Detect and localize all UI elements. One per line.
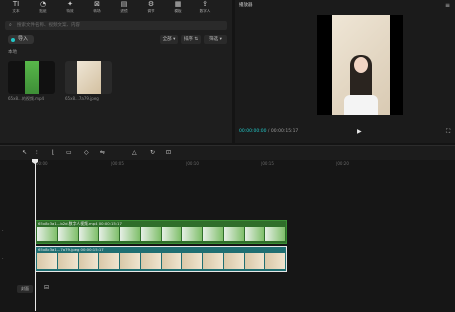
playhead[interactable] bbox=[35, 160, 36, 311]
clip-frame bbox=[244, 227, 265, 241]
toolbar-item[interactable]: ✦ 特效 bbox=[59, 0, 81, 16]
track-settings-icon-2[interactable]: · bbox=[2, 256, 4, 262]
toolbar-label: 滤镜 bbox=[120, 8, 128, 13]
toolbar-item[interactable]: ⚙ 调节 bbox=[140, 0, 162, 16]
import-icon bbox=[11, 37, 15, 42]
media-name-image: 65x8...7a79.jpeg bbox=[65, 96, 99, 101]
clip-frame bbox=[203, 253, 223, 269]
toolbar-item[interactable]: ⊠ 转场 bbox=[86, 0, 108, 16]
toolbar-label: 贴纸 bbox=[39, 8, 47, 13]
search-icon: ⌕ bbox=[9, 22, 12, 28]
search-input[interactable]: ⌕ 搜索文件名称、视频文案、内容 bbox=[5, 21, 227, 30]
clip-frame bbox=[99, 227, 119, 241]
clip-frame bbox=[57, 227, 78, 241]
clip-frame bbox=[161, 253, 182, 269]
ruler-label: |00:05 bbox=[111, 161, 124, 166]
clip-frame bbox=[37, 253, 57, 269]
clip-frame bbox=[182, 227, 202, 241]
ruler-label: |00:15 bbox=[261, 161, 274, 166]
toolbar-icon: ✦ bbox=[67, 0, 73, 8]
menu-icon[interactable]: ≡ bbox=[445, 2, 450, 9]
clip-frame bbox=[203, 227, 223, 241]
clip-frame bbox=[78, 227, 99, 241]
ruler-label: |00:20 bbox=[336, 161, 349, 166]
rotate-icon[interactable]: ↻ bbox=[150, 149, 155, 156]
clip-frame bbox=[57, 253, 78, 269]
clip-frame bbox=[78, 253, 99, 269]
triangle-icon[interactable]: △ bbox=[132, 149, 137, 156]
ruler-label: |00:10 bbox=[186, 161, 199, 166]
clip-frame bbox=[99, 253, 119, 269]
toolbar-item[interactable]: ◔ 贴纸 bbox=[32, 0, 54, 16]
toolbar-item[interactable]: ▤ 滤镜 bbox=[113, 0, 135, 16]
media-thumbnail-image[interactable] bbox=[65, 61, 112, 94]
section-label: 本地 bbox=[8, 50, 17, 55]
filter-all-button[interactable]: 全部 ▾ bbox=[160, 35, 178, 44]
clip-frame bbox=[244, 253, 265, 269]
toolbar-icon: ▦ bbox=[174, 0, 182, 8]
crop-icon[interactable]: ⊡ bbox=[166, 149, 171, 156]
shield-icon[interactable]: ◇ bbox=[84, 149, 89, 156]
player-title: 播放器 bbox=[239, 3, 253, 8]
split-icon[interactable]: ⫶ bbox=[36, 149, 38, 157]
clip-frame bbox=[120, 253, 140, 269]
video-frame-image bbox=[332, 15, 390, 115]
clip-frame bbox=[182, 253, 202, 269]
timeline-clip-image[interactable]: 65x8c3a1...7a79.jpeg 00:00:15:17 bbox=[35, 246, 287, 272]
import-label: 导入 bbox=[18, 36, 29, 42]
mirror-icon[interactable]: ⇋ bbox=[100, 149, 105, 156]
search-placeholder: 搜索文件名称、视频文案、内容 bbox=[17, 23, 80, 28]
time-readout: 00:00:00:00 / 00:00:15:17 bbox=[239, 129, 299, 134]
clip-frame bbox=[140, 227, 161, 241]
clip-frame bbox=[265, 227, 285, 241]
import-button[interactable]: 导入 bbox=[8, 35, 34, 44]
clip-frame bbox=[223, 227, 244, 241]
clip-frame bbox=[265, 253, 285, 269]
toolbar-item[interactable]: ▦ 模板 bbox=[167, 0, 189, 16]
cover-button[interactable]: 封面 bbox=[17, 285, 33, 293]
toolbar-icon: TI bbox=[12, 0, 20, 8]
clip-frame bbox=[161, 227, 182, 241]
play-button[interactable]: ▶ bbox=[357, 128, 362, 135]
toolbar-icon: ⚙ bbox=[147, 0, 155, 8]
toolbar-icon: ▤ bbox=[120, 0, 128, 8]
delete-icon[interactable]: ▭ bbox=[66, 149, 72, 156]
toolbar-label: 调节 bbox=[147, 8, 155, 13]
sort-button[interactable]: 排序 ⇅ bbox=[181, 35, 201, 44]
toolbar-label: 文本 bbox=[12, 8, 20, 13]
toolbar-item[interactable]: TI 文本 bbox=[5, 0, 27, 16]
toolbar-label: 转场 bbox=[93, 8, 101, 13]
toolbar-item[interactable]: ⇪ 数字人 bbox=[194, 0, 216, 16]
fullscreen-icon[interactable]: ⛶ bbox=[446, 128, 450, 136]
toolbar-icon: ⇪ bbox=[202, 0, 208, 8]
toolbar-label: 模板 bbox=[174, 8, 182, 13]
track-settings-icon[interactable]: · bbox=[2, 228, 4, 234]
toolbar-icon: ⊠ bbox=[94, 0, 100, 8]
media-thumbnail-video[interactable] bbox=[8, 61, 55, 94]
split-left-icon[interactable]: ⌊ bbox=[52, 149, 54, 156]
clip-frame bbox=[223, 253, 244, 269]
toolbar-label: 特效 bbox=[66, 8, 74, 13]
timeline-clip-video[interactable]: 65x8c3a1...b2d.数字人视频.mp4 00:00:15:17 bbox=[35, 220, 287, 244]
filter-button[interactable]: 筛选 ▾ bbox=[204, 35, 227, 44]
track-lock-icon[interactable]: ⊟ bbox=[44, 284, 49, 291]
clip-frame bbox=[37, 227, 57, 241]
media-name-video: 65x8...的视频.mp4 bbox=[8, 96, 45, 101]
toolbar-icon: ◔ bbox=[39, 0, 47, 8]
clip-frame bbox=[140, 253, 161, 269]
clip-frame bbox=[120, 227, 140, 241]
select-icon[interactable]: ↖ bbox=[22, 149, 27, 156]
toolbar-label: 数字人 bbox=[199, 8, 211, 13]
